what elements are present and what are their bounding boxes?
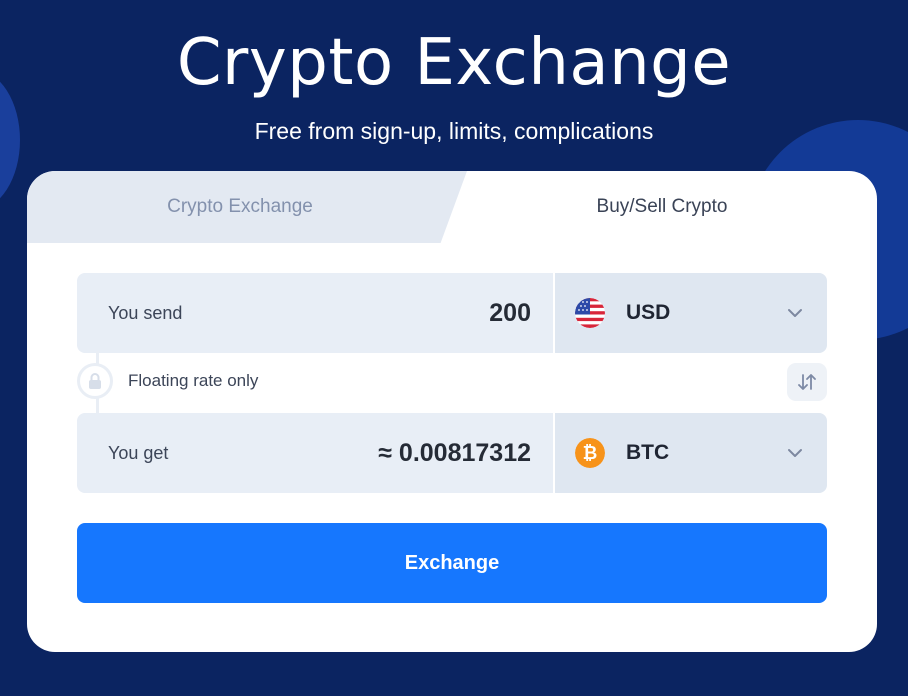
us-flag-icon <box>575 298 605 328</box>
get-amount-field: You get ≈ 0.00817312 <box>77 413 553 493</box>
lock-icon <box>89 373 101 389</box>
send-currency-select[interactable]: USD <box>555 273 827 353</box>
swap-arrows-icon <box>798 374 816 390</box>
tab-buy-sell-crypto[interactable]: Buy/Sell Crypto <box>477 171 877 243</box>
exchange-button[interactable]: Exchange <box>77 523 827 603</box>
get-label: You get <box>108 442 169 463</box>
send-label: You send <box>108 302 183 323</box>
page-subtitle: Free from sign-up, limits, complications <box>254 118 654 144</box>
tab-crypto-exchange-wrap: Crypto Exchange <box>27 171 467 243</box>
get-currency-select[interactable]: ₿ BTC <box>555 413 827 493</box>
floating-rate-label: Floating rate only <box>128 371 259 390</box>
send-amount-field[interactable]: You send 200 <box>77 273 553 353</box>
get-amount-value: ≈ 0.00817312 <box>378 438 531 467</box>
get-row: You get ≈ 0.00817312 ₿ BTC <box>77 413 827 493</box>
connector-line-bottom <box>96 397 99 413</box>
swap-currencies-button[interactable] <box>787 363 827 401</box>
chevron-down-icon <box>788 449 802 457</box>
page: Crypto Exchange Free from sign-up, limit… <box>0 0 908 696</box>
svg-text:₿: ₿ <box>583 443 598 464</box>
lock-badge <box>77 363 113 399</box>
rate-row: Floating rate only <box>77 351 827 413</box>
bitcoin-icon: ₿ <box>575 438 605 468</box>
chevron-down-icon <box>788 309 802 317</box>
page-title: Crypto Exchange <box>176 26 732 100</box>
exchange-widget: Crypto Exchange Buy/Sell Crypto You send… <box>27 171 877 652</box>
send-row: You send 200 USD <box>77 273 827 353</box>
send-currency-code: USD <box>626 301 671 324</box>
send-amount-input[interactable]: 200 <box>489 299 531 328</box>
get-currency-code: BTC <box>626 441 670 464</box>
tab-crypto-exchange[interactable]: Crypto Exchange <box>27 171 467 243</box>
